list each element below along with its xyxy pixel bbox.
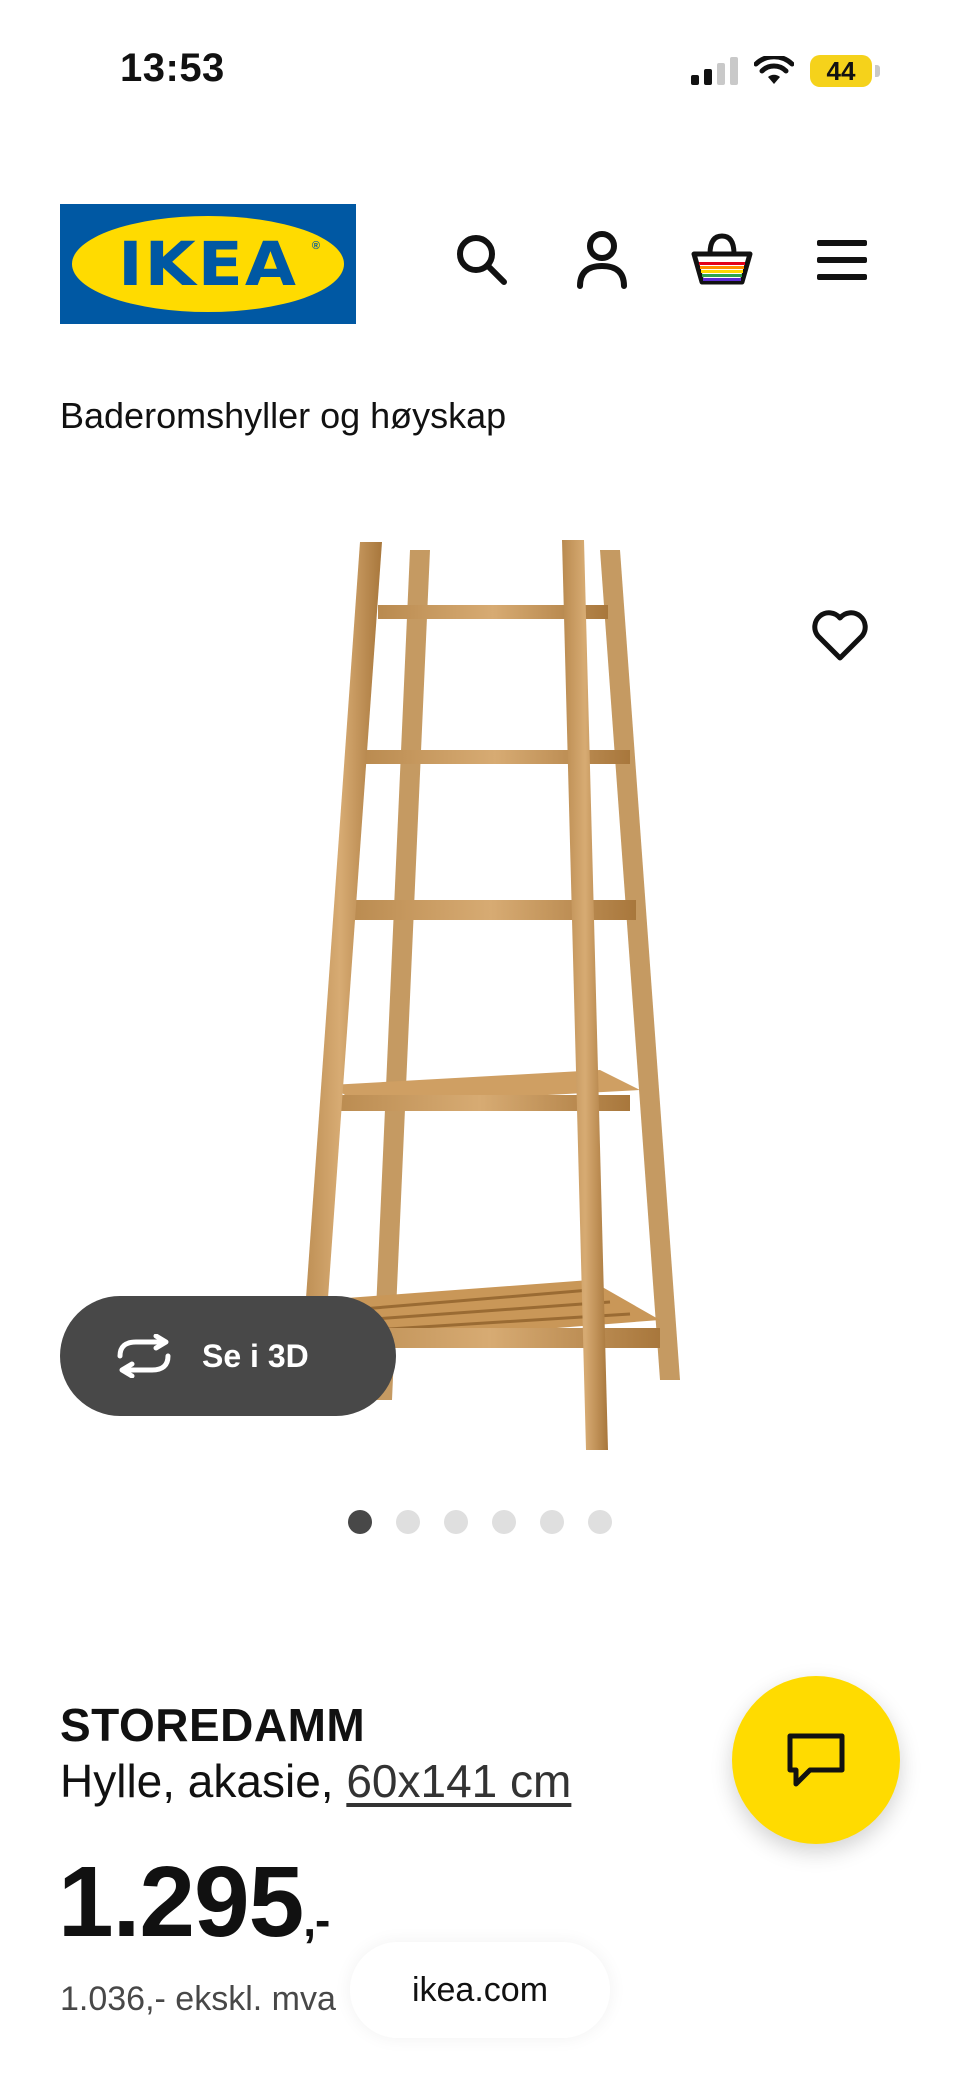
battery-icon: 44 — [810, 55, 880, 87]
view-in-3d-button[interactable]: Se i 3D — [60, 1296, 396, 1416]
product-description: Hylle, akasie, 60x141 cm — [60, 1754, 571, 1808]
price-suffix: ,- — [303, 1894, 330, 1946]
breadcrumb[interactable]: Baderomshyller og høyskap — [60, 395, 506, 437]
image-carousel-dots[interactable] — [0, 1510, 960, 1534]
product-name: STOREDAMM — [60, 1699, 366, 1751]
account-icon[interactable] — [570, 228, 634, 292]
search-icon[interactable] — [450, 228, 514, 292]
carousel-dot[interactable] — [492, 1510, 516, 1534]
cart-icon[interactable] — [690, 228, 754, 292]
product-size-link[interactable]: 60x141 cm — [346, 1755, 571, 1807]
chat-button[interactable] — [732, 1676, 900, 1844]
product-type: Hylle, akasie, — [60, 1755, 347, 1807]
carousel-dot[interactable] — [588, 1510, 612, 1534]
product-price: 1.295,- — [58, 1852, 330, 1952]
carousel-dot[interactable] — [444, 1510, 468, 1534]
logo-registered-mark: ® — [311, 240, 320, 252]
carousel-dot[interactable] — [396, 1510, 420, 1534]
price-ex-vat: 1.036,- ekskl. mva — [60, 1980, 336, 2018]
status-time: 13:53 — [120, 46, 225, 90]
battery-level: 44 — [810, 55, 872, 87]
view-in-3d-label: Se i 3D — [202, 1337, 309, 1374]
price-value: 1.295 — [58, 1846, 304, 1958]
favorite-heart-icon[interactable] — [810, 606, 870, 666]
chat-icon — [787, 1733, 845, 1787]
cellular-signal-icon — [691, 57, 738, 85]
status-indicators: 44 — [691, 50, 880, 92]
ikea-logo[interactable]: IKEA ® — [60, 204, 356, 324]
browser-url-bar[interactable]: ikea.com — [350, 1942, 610, 2038]
carousel-dot[interactable] — [540, 1510, 564, 1534]
menu-icon[interactable] — [810, 228, 874, 292]
rotate-3d-icon — [117, 1334, 171, 1378]
wifi-icon — [754, 56, 794, 84]
logo-text: IKEA — [118, 228, 298, 300]
carousel-dot[interactable] — [348, 1510, 372, 1534]
